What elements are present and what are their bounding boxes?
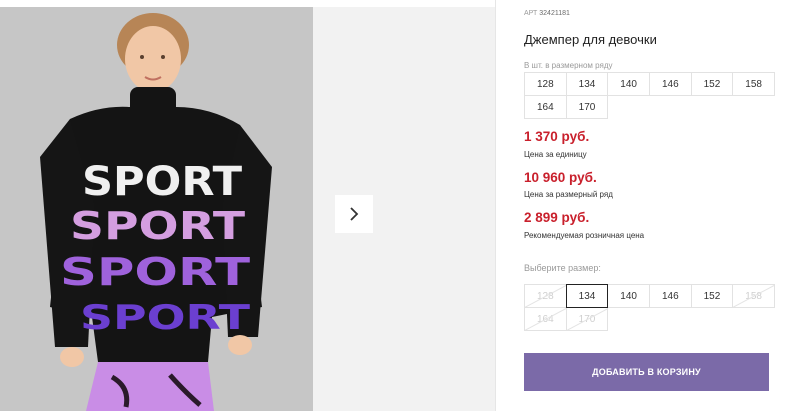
row-price: 10 960 руб. [524, 170, 597, 185]
article-number: АРТ 32421181 [524, 10, 570, 17]
unit-price: 1 370 руб. [524, 129, 590, 144]
product-photo[interactable]: SPORT SPORT SPORT SPORT [0, 7, 313, 411]
panel-divider [495, 0, 496, 411]
size-row-cell: 146 [648, 72, 692, 96]
size-row-cell: 158 [732, 72, 775, 96]
row-price-label: Цена за размерный ряд [524, 190, 613, 199]
retail-price-label: Рекомендуемая розничная цена [524, 231, 645, 240]
sweater-print-text-2: SPORT [70, 204, 245, 248]
size-row-grid: 128 134 140 146 152 158 164 170 [524, 72, 775, 119]
product-title: Джемпер для девочки [524, 32, 657, 47]
size-row-cell: 164 [524, 95, 567, 119]
size-row-cell: 128 [524, 72, 567, 96]
size-option-170: 170 [565, 307, 609, 331]
article-label: АРТ [524, 10, 538, 17]
size-row-cell: 140 [607, 72, 650, 96]
size-option-164: 164 [524, 307, 567, 331]
sweater-print-text-4: SPORT [80, 298, 251, 338]
chevron-right-icon [350, 207, 359, 221]
next-image-button[interactable] [335, 195, 373, 233]
sweater-print-text-1: SPORT [82, 159, 243, 205]
unit-price-label: Цена за единицу [524, 150, 587, 159]
add-to-cart-button[interactable]: ДОБАВИТЬ В КОРЗИНУ [524, 353, 769, 391]
product-gallery: SPORT SPORT SPORT SPORT [0, 0, 495, 411]
choose-size-label: Выберите размер: [524, 263, 601, 273]
size-row-cell: 134 [565, 72, 609, 96]
size-option-128: 128 [524, 284, 567, 308]
article-value: 32421181 [539, 10, 570, 17]
size-option-146[interactable]: 146 [648, 284, 692, 308]
size-row-cell: 170 [565, 95, 609, 119]
size-row-cell: 152 [690, 72, 734, 96]
size-row-label: В шт. в размерном ряду [524, 61, 613, 70]
size-option-134[interactable]: 134 [565, 284, 609, 308]
size-option-152[interactable]: 152 [690, 284, 734, 308]
size-option-158: 158 [732, 284, 775, 308]
size-option-140[interactable]: 140 [607, 284, 650, 308]
product-photo-illustration: SPORT SPORT SPORT SPORT [0, 7, 313, 411]
retail-price: 2 899 руб. [524, 210, 590, 225]
size-selector: 128 134 140 146 152 158 164 170 [524, 284, 775, 331]
sweater-print-text-3: SPORT [60, 250, 250, 294]
